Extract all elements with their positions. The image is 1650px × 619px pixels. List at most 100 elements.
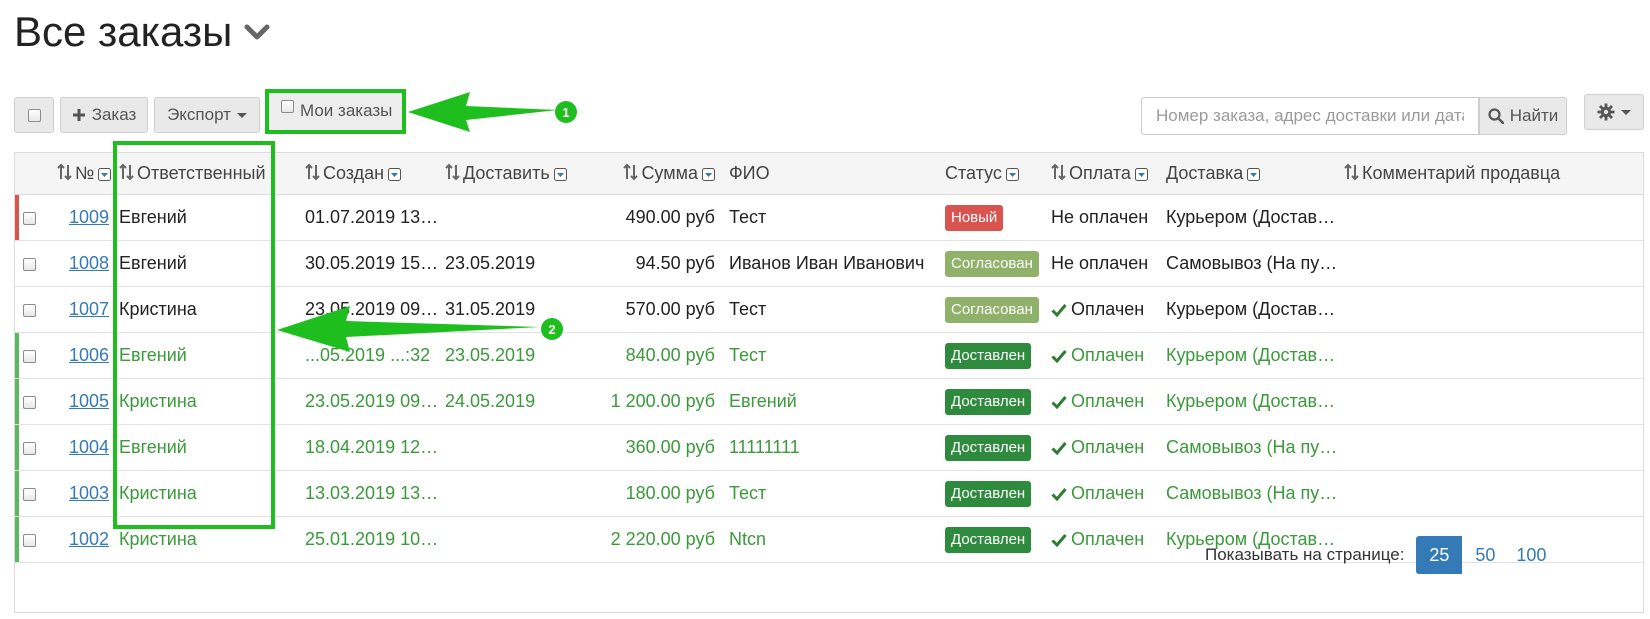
header-deliver[interactable]: Доставить bbox=[439, 153, 579, 195]
order-number-link[interactable]: 1006 bbox=[69, 345, 109, 365]
check-icon bbox=[1051, 488, 1067, 501]
filter-icon[interactable] bbox=[702, 168, 715, 181]
row-checkbox[interactable] bbox=[23, 211, 36, 225]
page-size-label: Показывать на странице: bbox=[1205, 545, 1405, 564]
filter-icon[interactable] bbox=[1134, 168, 1148, 181]
table-row[interactable]: 1008 Евгений 30.05.2019 15:34 23.05.2019 94.… bbox=[15, 240, 1643, 287]
payment-label: Не оплачен bbox=[1051, 253, 1149, 273]
select-all-checkbox[interactable] bbox=[27, 108, 41, 122]
page-size-25[interactable]: 25 bbox=[1416, 536, 1463, 574]
select-all-button[interactable] bbox=[14, 97, 54, 133]
sort-icon[interactable] bbox=[1344, 163, 1360, 181]
fio-cell: Ntcn bbox=[723, 516, 939, 563]
order-number-link[interactable]: 1009 bbox=[69, 207, 109, 227]
export-button[interactable]: Экспорт bbox=[154, 97, 260, 133]
filter-icon[interactable] bbox=[1247, 168, 1261, 181]
pagination: Показывать на странице: 25 50 100 bbox=[1205, 536, 1554, 574]
payment-cell: Не оплачен bbox=[1045, 194, 1160, 241]
check-icon bbox=[1051, 350, 1067, 363]
table-row[interactable]: 1009 Евгений 01.07.2019 13:03 490.00 руб Тес… bbox=[15, 194, 1643, 241]
responsible-cell: Кристина bbox=[113, 378, 299, 425]
callout-1: 1 bbox=[555, 101, 577, 123]
page-title: Все заказы bbox=[14, 8, 233, 55]
row-select-cell bbox=[15, 240, 51, 287]
caret-down-icon bbox=[236, 112, 247, 118]
sort-icon[interactable] bbox=[305, 163, 321, 181]
order-number-link[interactable]: 1002 bbox=[69, 529, 109, 549]
order-number-cell: 1002 bbox=[51, 516, 113, 563]
order-number-link[interactable]: 1008 bbox=[69, 253, 109, 273]
row-checkbox[interactable] bbox=[23, 533, 36, 547]
order-number-link[interactable]: 1003 bbox=[69, 483, 109, 503]
header-responsible[interactable]: Ответственный bbox=[113, 153, 299, 195]
status-badge: Доставлен bbox=[945, 342, 1032, 369]
row-checkbox[interactable] bbox=[23, 441, 36, 455]
search-button[interactable]: Найти bbox=[1479, 97, 1567, 135]
my-orders-label: Мои заказы bbox=[300, 101, 393, 120]
filter-icon[interactable] bbox=[1005, 168, 1019, 181]
sort-icon[interactable] bbox=[57, 163, 73, 181]
responsible-cell: Кристина bbox=[113, 516, 299, 563]
status-cell: Доставлен bbox=[939, 516, 1045, 563]
table-row[interactable]: 1006 Евгений ...05.2019 ...:32 23.05.2019 84… bbox=[15, 332, 1643, 379]
sum-cell: 1 200.00 руб bbox=[579, 378, 723, 425]
table-row[interactable]: 1003 Кристина 13.03.2019 13:37 180.00 руб Те… bbox=[15, 470, 1643, 517]
sort-icon[interactable] bbox=[119, 163, 135, 181]
payment-label: Оплачен bbox=[1071, 529, 1145, 549]
header-sum[interactable]: Сумма bbox=[579, 153, 723, 195]
row-checkbox[interactable] bbox=[23, 395, 36, 409]
order-number-link[interactable]: 1005 bbox=[69, 391, 109, 411]
header-number[interactable]: № bbox=[51, 153, 113, 195]
responsible-cell: Кристина bbox=[113, 470, 299, 517]
created-cell: ...05.2019 ...:32 bbox=[299, 332, 439, 379]
search-input[interactable] bbox=[1141, 97, 1479, 135]
status-cell: Согласован bbox=[939, 240, 1045, 287]
fio-cell: 11111111 bbox=[723, 424, 939, 471]
filter-icon[interactable] bbox=[98, 168, 112, 181]
sum-cell: 94.50 руб bbox=[579, 240, 723, 287]
filter-icon[interactable] bbox=[553, 168, 567, 181]
header-status[interactable]: Статус bbox=[939, 153, 1045, 195]
deliver-cell bbox=[439, 516, 579, 563]
filter-icon[interactable] bbox=[388, 168, 402, 181]
sum-cell: 2 220.00 руб bbox=[579, 516, 723, 563]
row-checkbox[interactable] bbox=[23, 257, 36, 271]
status-cell: Согласован bbox=[939, 286, 1045, 333]
page-size-50[interactable]: 50 bbox=[1462, 536, 1508, 574]
sum-cell: 180.00 руб bbox=[579, 470, 723, 517]
my-orders-checkbox[interactable] bbox=[281, 99, 294, 113]
order-number-link[interactable]: 1004 bbox=[69, 437, 109, 457]
row-checkbox[interactable] bbox=[23, 303, 36, 317]
chevron-down-icon[interactable] bbox=[244, 23, 270, 41]
payment-cell: Оплачен bbox=[1045, 470, 1160, 517]
table-row[interactable]: 1007 Кристина 23.05.2019 09:35 31.05.2019 57… bbox=[15, 286, 1643, 333]
sum-cell: 490.00 руб bbox=[579, 194, 723, 241]
order-number-cell: 1006 bbox=[51, 332, 113, 379]
header-fio[interactable]: ФИО bbox=[723, 153, 939, 195]
sort-icon[interactable] bbox=[623, 163, 639, 181]
delivery-cell: Курьером (Доставк... bbox=[1160, 378, 1338, 425]
table-row[interactable]: 1005 Кристина 23.05.2019 09:27 24.05.2019 1 … bbox=[15, 378, 1643, 425]
responsible-cell: Евгений bbox=[113, 424, 299, 471]
table-row[interactable]: 1004 Евгений 18.04.2019 12:53 360.00 руб 111… bbox=[15, 424, 1643, 471]
header-delivery[interactable]: Доставка bbox=[1160, 153, 1338, 195]
add-order-button[interactable]: Заказ bbox=[60, 97, 148, 133]
payment-label: Оплачен bbox=[1071, 299, 1145, 319]
row-checkbox[interactable] bbox=[23, 487, 36, 501]
check-icon bbox=[1051, 396, 1067, 409]
delivery-cell: Самовывоз (На пун... bbox=[1160, 240, 1338, 287]
responsible-cell: Евгений bbox=[113, 194, 299, 241]
header-comment[interactable]: Комментарий продавца bbox=[1338, 153, 1643, 195]
settings-button[interactable] bbox=[1584, 94, 1644, 130]
sort-icon[interactable] bbox=[445, 163, 461, 181]
header-payment[interactable]: Оплата bbox=[1045, 153, 1160, 195]
row-checkbox[interactable] bbox=[23, 349, 36, 363]
header-created[interactable]: Создан bbox=[299, 153, 439, 195]
order-number-link[interactable]: 1007 bbox=[69, 299, 109, 319]
page-size-100[interactable]: 100 bbox=[1508, 536, 1554, 574]
sort-icon[interactable] bbox=[1051, 163, 1067, 181]
status-badge: Согласован bbox=[945, 250, 1039, 277]
my-orders-toggle[interactable]: Мои заказы bbox=[268, 91, 404, 131]
row-status-indicator bbox=[15, 195, 19, 240]
comment-cell bbox=[1338, 194, 1643, 241]
